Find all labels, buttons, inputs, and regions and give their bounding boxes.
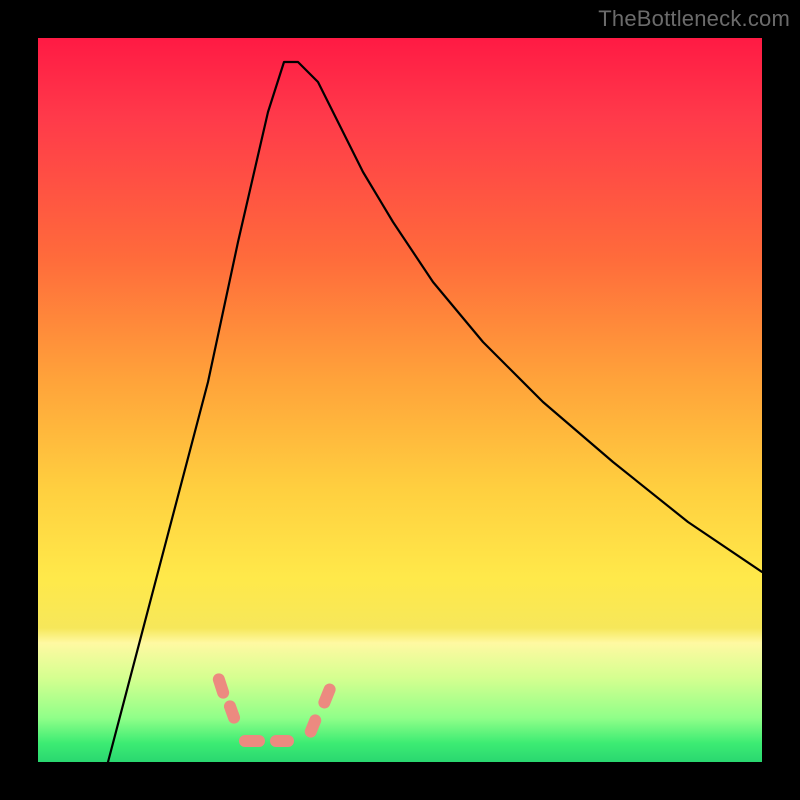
chart-frame: TheBottleneck.com bbox=[0, 0, 800, 800]
plot-area bbox=[38, 38, 762, 762]
bottleneck-curve bbox=[108, 62, 762, 762]
curve-layer bbox=[38, 38, 762, 762]
marker-left-2 bbox=[222, 699, 241, 726]
marker-bottom-1 bbox=[239, 735, 265, 747]
marker-right-1 bbox=[303, 713, 323, 740]
watermark-text: TheBottleneck.com bbox=[598, 6, 790, 32]
marker-left-1 bbox=[211, 672, 230, 700]
marker-bottom-2 bbox=[270, 735, 294, 747]
marker-right-2 bbox=[317, 682, 338, 711]
